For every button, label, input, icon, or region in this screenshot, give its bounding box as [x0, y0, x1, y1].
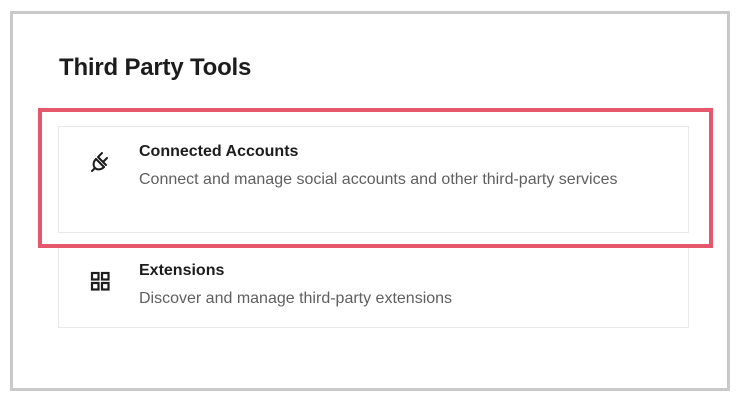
section-title: Third Party Tools	[59, 54, 252, 81]
extensions-card[interactable]: Extensions Discover and manage third-par…	[58, 246, 689, 328]
connected-accounts-description: Connect and manage social accounts and o…	[139, 171, 618, 188]
connected-accounts-card[interactable]: Connected Accounts Connect and manage so…	[58, 126, 689, 233]
plug-icon	[88, 149, 114, 175]
extensions-description: Discover and manage third-party extensio…	[139, 290, 453, 307]
connected-accounts-title: Connected Accounts	[139, 143, 299, 160]
grid-icon	[88, 269, 114, 295]
extensions-title: Extensions	[139, 262, 225, 279]
